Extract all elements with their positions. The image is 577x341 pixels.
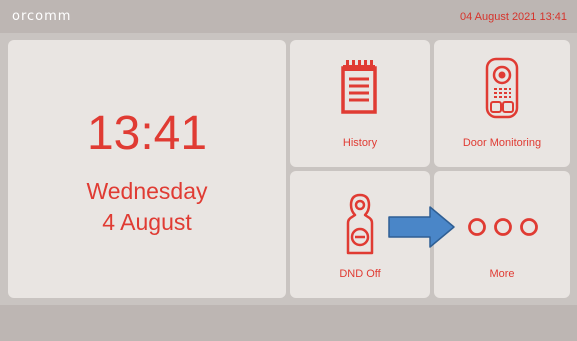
clock-date: 4 August xyxy=(102,209,192,235)
top-bar: orcomm 04 August 2021 13:41 xyxy=(0,0,577,33)
more-label: More xyxy=(489,268,515,280)
three-dots-icon xyxy=(468,218,538,236)
clock-weekday: Wednesday xyxy=(86,178,208,204)
door-monitoring-label: Door Monitoring xyxy=(462,137,542,149)
door-hanger-icon xyxy=(346,193,374,255)
bottom-bar xyxy=(0,305,577,341)
dnd-label: DND Off xyxy=(339,268,381,280)
clock-tile: 13:41 Wednesday 4 August xyxy=(8,40,286,298)
door-monitoring-tile[interactable]: Door Monitoring xyxy=(434,40,570,167)
history-label: History xyxy=(342,137,378,149)
arrow-right-icon xyxy=(388,206,455,248)
header-datetime: 04 August 2021 13:41 xyxy=(459,10,567,23)
notepad-icon xyxy=(341,60,377,114)
clock-time: 13:41 xyxy=(86,107,208,160)
brand-logo: orcomm xyxy=(12,9,72,24)
intercom-icon xyxy=(485,57,519,119)
history-tile[interactable]: History xyxy=(290,40,430,167)
